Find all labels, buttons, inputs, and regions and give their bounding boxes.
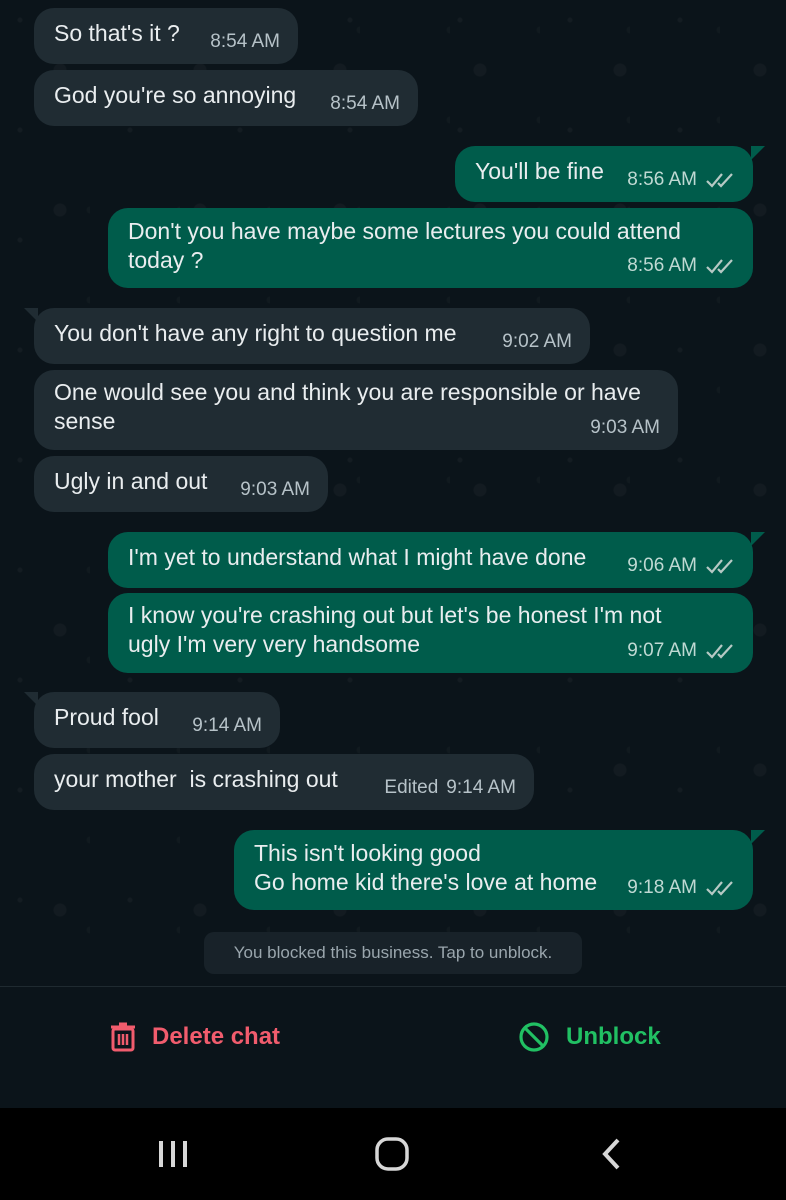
back-icon bbox=[602, 1138, 620, 1170]
message-time: 8:56 AM bbox=[627, 251, 735, 280]
message-outgoing[interactable]: You'll be fine 8:56 AM bbox=[455, 146, 765, 202]
message-text: Don't you have maybe some lectures you c… bbox=[128, 218, 681, 273]
unblock-button[interactable]: Unblock bbox=[518, 1017, 661, 1057]
message-incoming[interactable]: So that's it ? 8:54 AM bbox=[34, 8, 298, 64]
block-icon bbox=[519, 1022, 549, 1052]
message-text: I know you're crashing out but let's be … bbox=[128, 602, 662, 657]
message-text: So that's it ? bbox=[54, 20, 180, 46]
double-check-icon bbox=[706, 880, 733, 896]
message-incoming[interactable]: One would see you and think you are resp… bbox=[34, 370, 678, 450]
message-incoming[interactable]: your mother is crashing out Edited 9:14 A… bbox=[34, 754, 534, 810]
blocked-notice[interactable]: You blocked this business. Tap to unbloc… bbox=[204, 932, 582, 974]
delete-chat-label: Delete chat bbox=[152, 1023, 281, 1050]
message-outgoing[interactable]: I'm yet to understand what I might have … bbox=[108, 532, 765, 588]
back-button[interactable] bbox=[582, 1134, 642, 1174]
message-time: Edited 9:14 AM bbox=[384, 773, 516, 802]
message-time: 9:07 AM bbox=[627, 636, 735, 665]
double-check-icon bbox=[706, 558, 733, 574]
message-text: I'm yet to understand what I might have … bbox=[128, 544, 587, 570]
message-incoming[interactable]: Proud fool 9:14 AM bbox=[24, 692, 280, 748]
message-text: your mother is crashing out bbox=[54, 766, 338, 792]
message-incoming[interactable]: God you're so annoying 8:54 AM bbox=[34, 70, 418, 126]
recent-apps-button[interactable] bbox=[143, 1134, 203, 1174]
message-incoming[interactable]: Ugly in and out 9:03 AM bbox=[34, 456, 328, 512]
home-button[interactable] bbox=[362, 1134, 422, 1174]
delete-chat-button[interactable]: Delete chat bbox=[110, 1017, 280, 1057]
message-text: This isn't looking good Go home kid ther… bbox=[254, 840, 598, 895]
message-text: Ugly in and out bbox=[54, 468, 208, 494]
home-icon bbox=[375, 1137, 409, 1171]
message-time: 9:03 AM bbox=[240, 479, 310, 500]
message-text: One would see you and think you are resp… bbox=[54, 379, 641, 434]
message-time: 9:02 AM bbox=[502, 331, 572, 352]
message-outgoing[interactable]: This isn't looking good Go home kid ther… bbox=[234, 830, 765, 910]
double-check-icon bbox=[706, 172, 733, 188]
message-time: 9:18 AM bbox=[627, 873, 735, 902]
double-check-icon bbox=[706, 643, 733, 659]
message-time: 8:56 AM bbox=[627, 165, 735, 194]
chat-area[interactable]: So that's it ? 8:54 AM God you're so ann… bbox=[0, 0, 786, 986]
system-navigation-bar bbox=[0, 1108, 786, 1200]
message-outgoing[interactable]: I know you're crashing out but let's be … bbox=[108, 593, 753, 673]
recent-apps-icon bbox=[159, 1141, 187, 1167]
edited-label: Edited bbox=[384, 777, 439, 798]
message-time: 8:54 AM bbox=[210, 31, 280, 52]
message-text: You'll be fine bbox=[475, 158, 604, 184]
message-time: 8:54 AM bbox=[330, 93, 400, 114]
double-check-icon bbox=[706, 258, 733, 274]
unblock-label: Unblock bbox=[566, 1023, 661, 1050]
message-time: 9:06 AM bbox=[627, 551, 735, 580]
message-time: 9:14 AM bbox=[192, 715, 262, 736]
trash-icon bbox=[111, 1022, 135, 1052]
message-incoming[interactable]: You don't have any right to question me … bbox=[24, 308, 590, 364]
message-text: God you're so annoying bbox=[54, 82, 297, 108]
action-bar: Delete chat Unblock bbox=[0, 986, 786, 1108]
message-text: You don't have any right to question me bbox=[54, 320, 457, 346]
message-text: Proud fool bbox=[54, 704, 159, 730]
message-outgoing[interactable]: Don't you have maybe some lectures you c… bbox=[108, 208, 753, 288]
message-time: 9:03 AM bbox=[590, 417, 660, 438]
